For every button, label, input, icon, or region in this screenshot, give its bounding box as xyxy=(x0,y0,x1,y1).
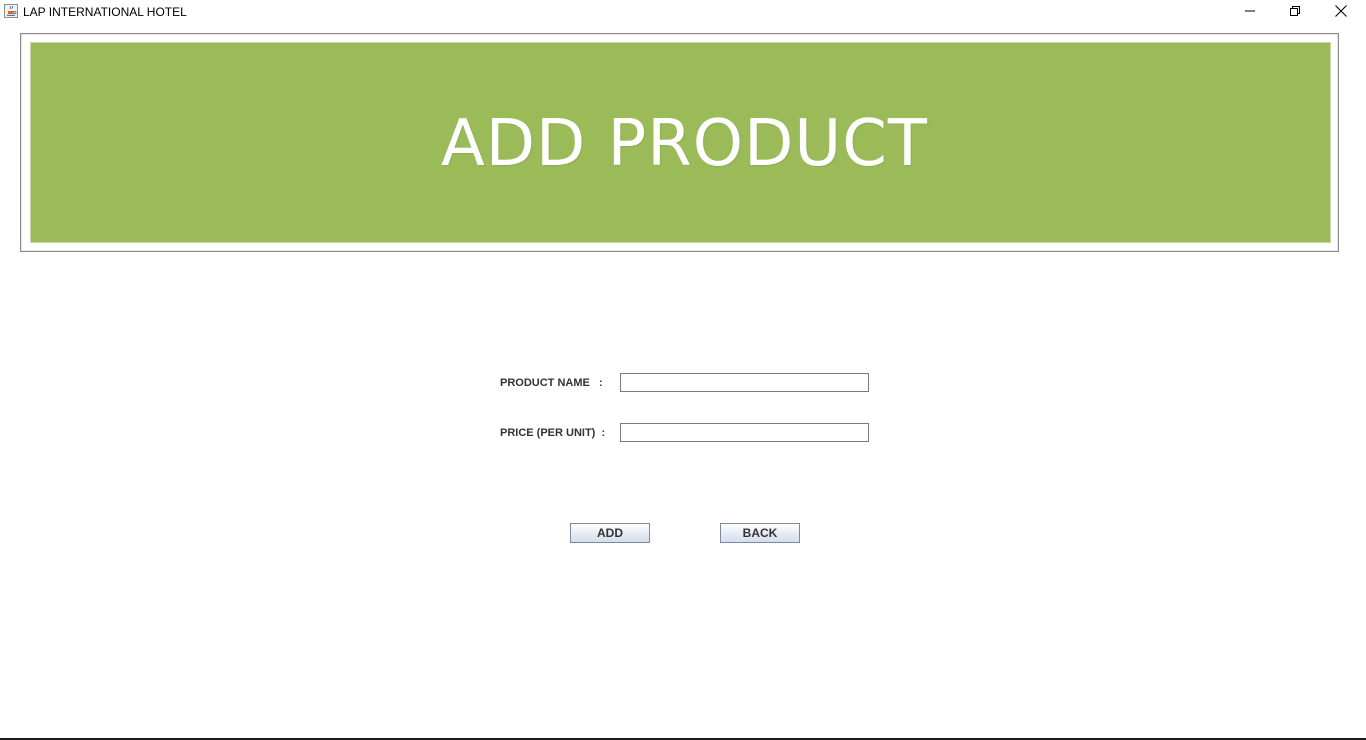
java-coffee-cup-icon xyxy=(4,4,18,18)
minimize-button[interactable] xyxy=(1227,0,1273,22)
product-name-input[interactable] xyxy=(620,373,869,392)
close-icon xyxy=(1335,5,1347,17)
header-banner: ADD PRODUCT xyxy=(30,42,1331,243)
product-name-label: PRODUCT NAME : xyxy=(500,377,603,389)
maximize-button[interactable] xyxy=(1272,0,1318,22)
minimize-icon xyxy=(1245,6,1255,16)
app-window: LAP INTERNATIONAL HOTEL ADD PRODUCT PROD… xyxy=(0,0,1366,740)
price-input[interactable] xyxy=(620,423,869,442)
page-title: ADD PRODUCT xyxy=(440,106,929,181)
banner-frame: ADD PRODUCT xyxy=(20,33,1339,252)
back-button[interactable]: BACK xyxy=(720,523,800,543)
price-label: PRICE (PER UNIT) : xyxy=(500,427,606,439)
restore-icon xyxy=(1290,6,1300,16)
close-button[interactable] xyxy=(1318,0,1364,22)
add-button[interactable]: ADD xyxy=(570,523,650,543)
title-bar[interactable]: LAP INTERNATIONAL HOTEL xyxy=(0,0,1366,24)
window-title: LAP INTERNATIONAL HOTEL xyxy=(23,5,187,19)
